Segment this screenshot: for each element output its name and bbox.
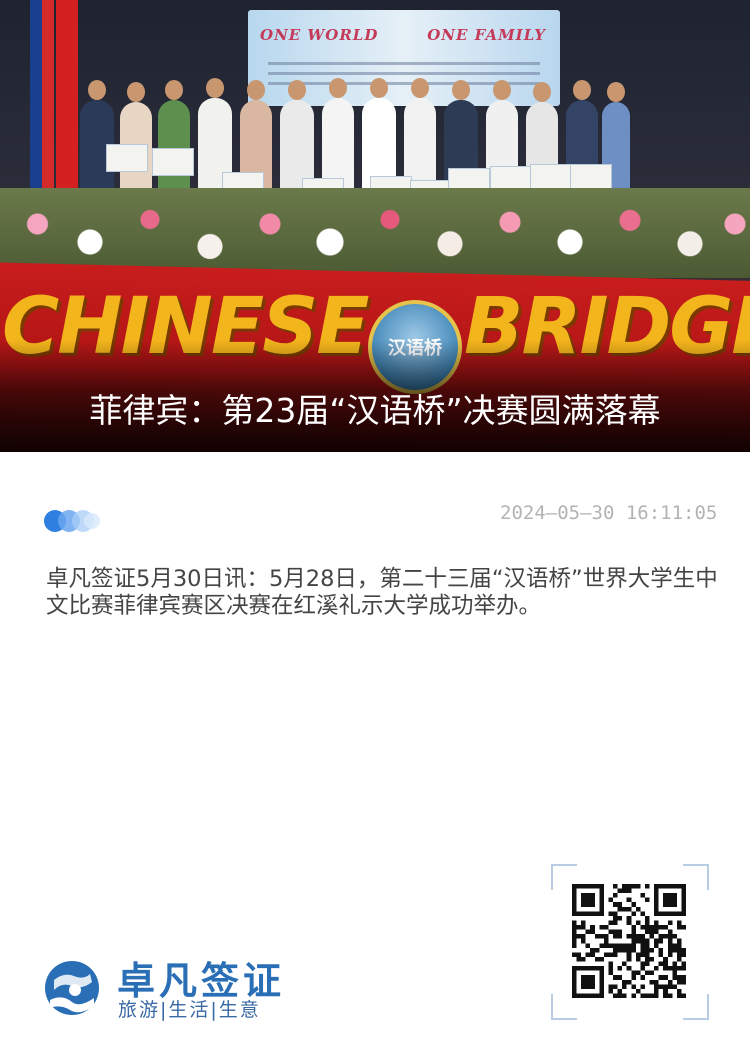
decorative-dots-icon: [44, 510, 104, 532]
person-head: [533, 82, 551, 102]
person-head: [411, 78, 429, 98]
screen-right-text: ONE FAMILY: [427, 26, 546, 44]
publish-datetime: 2024—05—30 16:11:05: [500, 502, 718, 524]
screen-left-text: ONE WORLD: [260, 26, 379, 44]
qr-code-icon[interactable]: [572, 884, 686, 998]
hero-photo: ONE WORLD ONE FAMILY CHINESE BRIDG 菲律宾：第…: [0, 0, 750, 452]
person-head: [247, 80, 265, 100]
person-head: [288, 80, 306, 100]
article-body: 卓凡签证5月30日讯：5月28日，第二十三届“汉语桥”世界大学生中文比赛菲律宾赛…: [46, 566, 718, 619]
person-head: [127, 82, 145, 102]
person-head: [607, 82, 625, 102]
person-head: [493, 80, 511, 100]
flag: [30, 0, 54, 190]
person-head: [573, 80, 591, 100]
person-head: [370, 78, 388, 98]
person-head: [452, 80, 470, 100]
certificate-board: [152, 148, 194, 176]
qr-corner: [683, 864, 709, 890]
certificate-board: [106, 144, 148, 172]
brand-tagline: 旅游|生活|生意: [118, 999, 261, 1021]
globe-hands-icon: [45, 961, 99, 1015]
dot: [84, 513, 100, 529]
qr-corner: [683, 994, 709, 1020]
person-head: [329, 78, 347, 98]
article-title: 菲律宾：第23届“汉语桥”决赛圆满落幕: [89, 391, 661, 430]
person-head: [88, 80, 106, 100]
person-head: [165, 80, 183, 100]
person-head: [206, 78, 224, 98]
